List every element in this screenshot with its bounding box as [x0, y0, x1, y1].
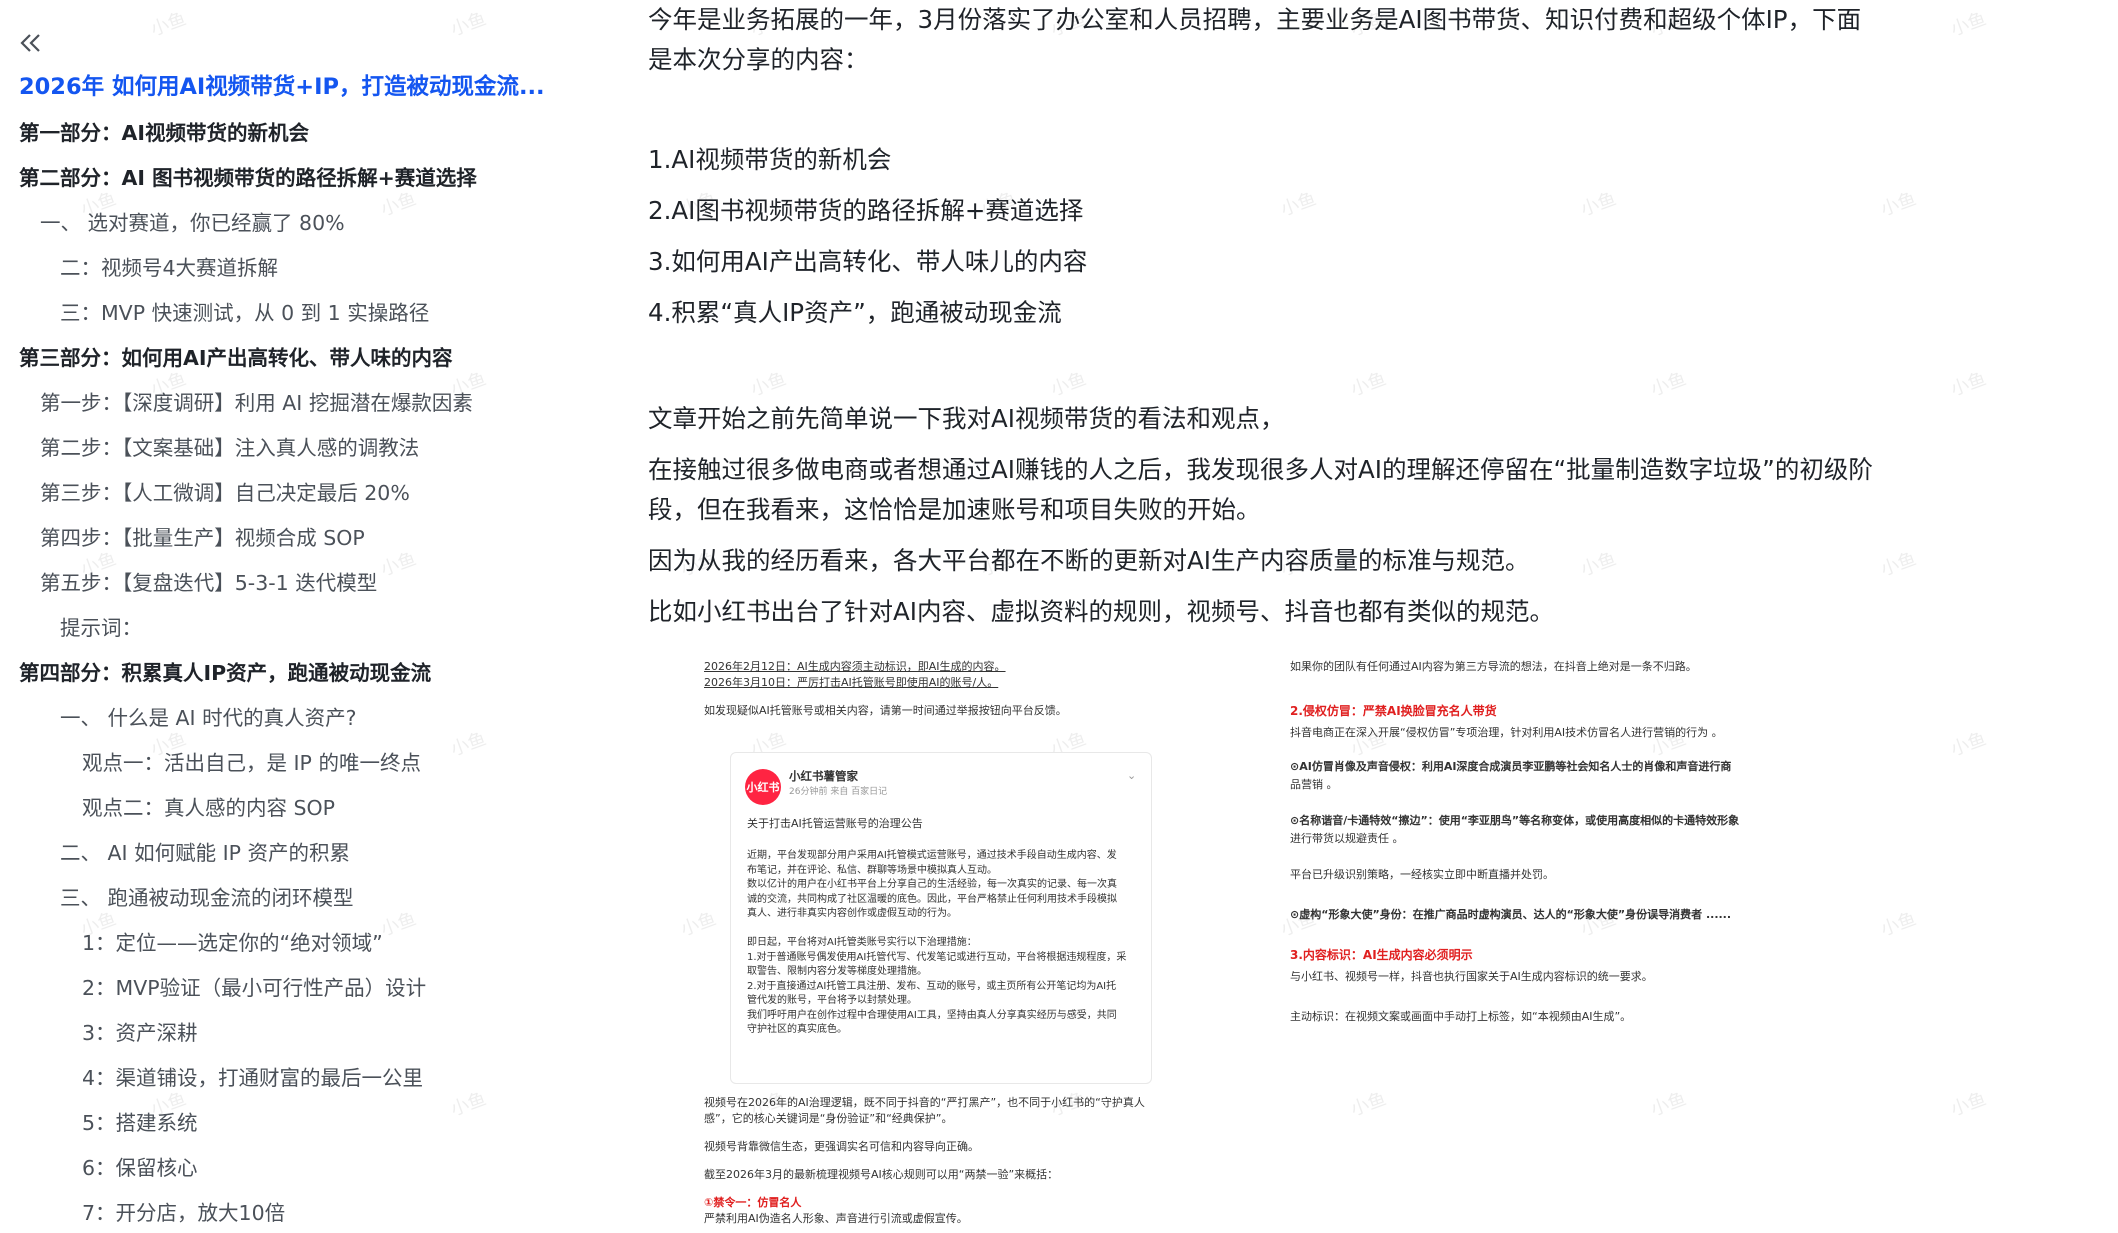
toc-item[interactable]: 观点二：真人感的内容 SOP — [82, 793, 335, 823]
intro-paragraph: 今年是业务拓展的一年，3月份落实了办公室和人员招聘，主要业务是AI图书带货、知识… — [648, 0, 1878, 80]
outline-list-item: 4.积累“真人IP资产”，跑通被动现金流 — [648, 298, 1062, 327]
rules-text: ⊙名称谐音/卡通特效“擦边”：使用“李亚朋鸟”等名称变体，或使用高度相似的卡通特… — [1290, 814, 1740, 827]
toc-item[interactable]: 6：保留核心 — [82, 1153, 198, 1183]
toc-item[interactable]: 提示词： — [60, 613, 142, 643]
collapse-sidebar-button[interactable] — [16, 28, 46, 58]
notice-card-line: 我们呼吁用户在创作过程中合理使用AI工具，坚持由真人分享真实经历与感受，共同 — [747, 1009, 1117, 1021]
intro-line-2: 是本次分享的内容： — [648, 45, 869, 74]
rules-text: 如果你的团队有任何通过AI内容为第三方导流的想法，在抖音上绝对是一条不归路。 — [1290, 660, 1697, 673]
paragraph: 在接触过很多做电商或者想通过AI赚钱的人之后，我发现很多人对AI的理解还停留在“… — [648, 450, 1878, 530]
toc-item[interactable]: 三、 跑通被动现金流的闭环模型 — [60, 883, 354, 913]
toc-item[interactable]: 第二部分：AI 图书视频带货的路径拆解+赛道选择 — [19, 163, 477, 193]
watermark-text: 小鱼 — [1948, 8, 1990, 41]
rules-text: ⊙虚构“形象大使”身份：在推广商品时虚构演员、达人的“形象大使”身份误导消费者 … — [1290, 908, 1732, 921]
notice-text: 截至2026年3月的最新梳理视频号AI核心规则可以用“两禁一验”来概括： — [704, 1168, 1059, 1181]
rules-text: 品营销 。 — [1290, 778, 1338, 791]
watermark-text: 小鱼 — [1948, 368, 1990, 401]
intro-line-1: 今年是业务拓展的一年，3月份落实了办公室和人员招聘，主要业务是AI图书带货、知识… — [648, 5, 1862, 34]
paragraph: 比如小红书出台了针对AI内容、虚拟资料的规则，视频号、抖音也都有类似的规范。 — [648, 597, 1554, 626]
toc-item[interactable]: 三：MVP 快速测试，从 0 到 1 实操路径 — [60, 298, 429, 328]
notice-card-line: 诚的交流，共同构成了社区温暖的底色。因此，平台严格禁止任何利用技术手段模拟 — [747, 893, 1117, 905]
toc-item[interactable]: 4：渠道铺设，打通财富的最后一公里 — [82, 1063, 423, 1093]
notice-card-line: 布笔记，并在评论、私信、群聊等场景中模拟真人互动。 — [747, 864, 997, 876]
toc-item[interactable]: 第三步：【人工微调】自己决定最后 20% — [40, 478, 410, 508]
notice-text: 视频号背靠微信生态，更强调实名可信和内容导向正确。 — [704, 1140, 979, 1153]
toc-item[interactable]: 第五步：【复盘迭代】5-3-1 迭代模型 — [40, 568, 377, 598]
notice-date-line: 2026年2月12日：AI生成内容须主动标识，即AI生成的内容。 — [704, 660, 1006, 673]
notice-card-line: 管代发的账号，平台将予以封禁处理。 — [747, 995, 917, 1006]
notice-card-line: 近期，平台发现部分用户采用AI托管模式运营账号，通过技术手段自动生成内容、发 — [747, 850, 1117, 861]
toc-item[interactable]: 3：资产深耕 — [82, 1018, 198, 1048]
notice-card-line: 2.对于直接通过AI托管工具注册、发布、互动的账号，或主页所有公开笔记均为AI托 — [747, 980, 1117, 992]
rules-text: 主动标识：在视频文案或画面中手动打上标签，如“本视频由AI生成”。 — [1290, 1010, 1632, 1023]
toc-item[interactable]: 5：搭建系统 — [82, 1108, 198, 1138]
notice-text: 如发现疑似AI托管账号或相关内容，请第一时间通过举报按钮向平台反馈。 — [704, 704, 1067, 717]
xiaohongshu-notice-image: 2026年2月12日：AI生成内容须主动标识，即AI生成的内容。 2026年3月… — [682, 656, 1242, 1233]
outline-list-item: 3.如何用AI产出高转化、带人味儿的内容 — [648, 247, 1088, 276]
table-of-contents: 2026年 如何用AI视频带货+IP，打造被动现金流... 第一部分：AI视频带… — [0, 0, 600, 1233]
account-name: 小红书薯管家 — [789, 769, 858, 783]
toc-item[interactable]: 第三部分：如何用AI产出高转化、带人味的内容 — [19, 343, 453, 373]
notice-card: 小红书 小红书薯管家 26分钟前 来自 百家日记 ⌄ 关于打击AI托管运营账号的… — [730, 752, 1152, 1084]
toc-item[interactable]: 7：开分店，放大10倍 — [82, 1198, 285, 1228]
toc-item[interactable]: 第二步：【文案基础】注入真人感的调教法 — [40, 433, 419, 463]
watermark-text: 小鱼 — [1948, 1088, 1990, 1121]
notice-heading: ①禁令一：仿冒名人 — [704, 1196, 802, 1209]
rules-text: 与小红书、视频号一样，抖音也执行国家关于AI生成内容标识的统一要求。 — [1290, 970, 1653, 983]
paragraph: 文章开始之前先简单说一下我对AI视频带货的看法和观点， — [648, 404, 1285, 433]
post-meta: 26分钟前 来自 百家日记 — [789, 787, 888, 797]
toc-item[interactable]: 一、 什么是 AI 时代的真人资产? — [60, 703, 357, 733]
toc-item[interactable]: 第一部分：AI视频带货的新机会 — [19, 118, 309, 148]
notice-text: 视频号在2026年的AI治理逻辑，既不同于抖音的“严打黑产”，也不同于小红书的“… — [704, 1096, 1145, 1109]
notice-card-line: 即日起，平台将对AI托管类账号实行以下治理措施： — [747, 937, 977, 948]
notice-card-title: 关于打击AI托管运营账号的治理公告 — [747, 817, 923, 830]
rules-text: ⊙AI仿冒肖像及声音侵权：利用AI深度合成演员李亚鹏等社会知名人士的肖像和声音进… — [1290, 760, 1732, 773]
notice-card-line: 数以亿计的用户在小红书平台上分享自己的生活经验，每一次真实的记录、每一次真 — [747, 879, 1117, 890]
xiaohongshu-logo: 小红书 — [745, 769, 781, 805]
outline-list-item: 1.AI视频带货的新机会 — [648, 145, 892, 174]
toc-item[interactable]: 观点一：活出自己，是 IP 的唯一终点 — [82, 748, 421, 778]
rules-text: 抖音电商正在深入开展“侵权仿冒”专项治理，针对利用AI技术仿冒名人进行营销的行为… — [1290, 726, 1723, 739]
notice-card-line: 取警告、限制内容分发等梯度处理措施。 — [747, 966, 927, 977]
rules-heading: 2.侵权仿冒：严禁AI换脸冒充名人带货 — [1290, 704, 1497, 718]
notice-date-line: 2026年3月10日：严厉打击AI托管账号即使用AI的账号/人。 — [704, 676, 999, 689]
paragraph-line: 在接触过很多做电商或者想通过AI赚钱的人之后，我发现很多人对AI的理解还停留在“… — [648, 455, 1873, 484]
toc-item[interactable]: 第四步：【批量生产】视频合成 SOP — [40, 523, 365, 553]
toc-item[interactable]: 第一步：【深度调研】利用 AI 挖掘潜在爆款因素 — [40, 388, 473, 418]
toc-title[interactable]: 2026年 如何用AI视频带货+IP，打造被动现金流... — [19, 72, 545, 102]
douyin-rules-image: 如果你的团队有任何通过AI内容为第三方导流的想法，在抖音上绝对是一条不归路。 2… — [1288, 656, 1888, 1076]
article-content: 今年是业务拓展的一年，3月份落实了办公室和人员招聘，主要业务是AI图书带货、知识… — [648, 0, 1888, 1233]
toc-item[interactable]: 1：定位——选定你的“绝对领域” — [82, 928, 383, 958]
notice-card-line: 守护社区的真实底色。 — [747, 1024, 847, 1035]
notice-card-line: 1.对于普通账号偶发使用AI托管代写、代发笔记或进行互动，平台将根据违规程度，采 — [747, 951, 1127, 963]
double-chevron-left-icon — [20, 34, 40, 52]
notice-text: 感”，它的核心关键词是“身份验证”和“经典保护”。 — [704, 1112, 953, 1125]
toc-item[interactable]: 第四部分：积累真人IP资产，跑通被动现金流 — [19, 658, 431, 688]
watermark-text: 小鱼 — [1948, 728, 1990, 761]
paragraph-line: 段，但在我看来，这恰恰是加速账号和项目失败的开始。 — [648, 495, 1261, 524]
notice-card-line: 真人、进行非真实内容创作或虚假互动的行为。 — [747, 908, 957, 919]
rules-heading: 3.内容标识：AI生成内容必须明示 — [1290, 948, 1473, 962]
toc-item[interactable]: 一、 选对赛道，你已经赢了 80% — [40, 208, 345, 238]
toc-item[interactable]: 2：MVP验证（最小可行性产品）设计 — [82, 973, 426, 1003]
rules-text: 平台已升级识别策略，一经核实立即中断直播并处罚。 — [1290, 868, 1554, 881]
toc-item[interactable]: 二、 AI 如何赋能 IP 资产的积累 — [60, 838, 350, 868]
chevron-down-icon: ⌄ — [1127, 769, 1137, 782]
toc-item[interactable]: 二：视频号4大赛道拆解 — [60, 253, 278, 283]
rules-text: 进行带货以规避责任 。 — [1290, 832, 1404, 845]
paragraph: 因为从我的经历看来，各大平台都在不断的更新对AI生产内容质量的标准与规范。 — [648, 546, 1530, 575]
notice-text: 严禁利用AI伪造名人形象、声音进行引流或虚假宣传。 — [704, 1212, 968, 1225]
document-page: 小鱼 小鱼 小鱼 小鱼 小鱼 小鱼 小鱼 小鱼 小鱼 小鱼 小鱼 小鱼 小鱼 小鱼 小鱼 小鱼 小鱼 小鱼 小鱼 小鱼… — [0, 0, 2118, 1233]
outline-list-item: 2.AI图书视频带货的路径拆解+赛道选择 — [648, 196, 1084, 225]
